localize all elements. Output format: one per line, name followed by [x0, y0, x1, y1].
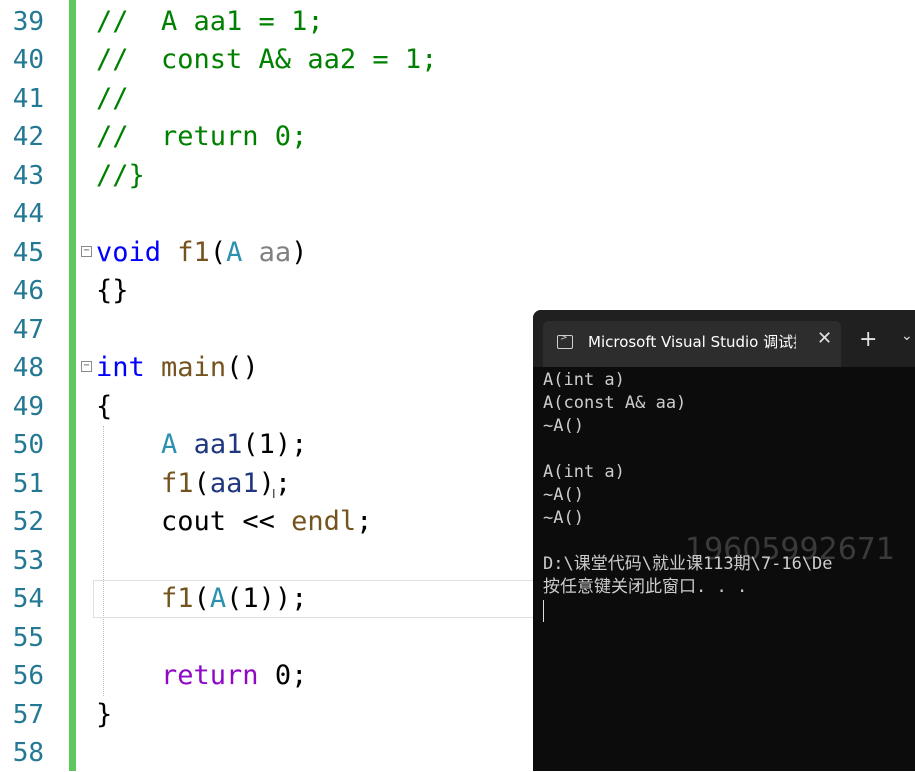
function-name: f1 — [161, 583, 194, 614]
console-output-line: A(int a) — [543, 370, 625, 390]
code-line-50[interactable]: A aa1(1); — [96, 426, 307, 464]
type-name: A — [209, 583, 227, 614]
operator: << — [242, 506, 275, 537]
collapse-f1-icon[interactable] — [81, 246, 92, 257]
console-output-line: ~A() — [543, 508, 584, 528]
line-number: 45 — [12, 238, 44, 268]
code-line-43[interactable]: //} — [96, 157, 145, 195]
line-number: 39 — [12, 7, 44, 37]
line-number: 58 — [12, 738, 44, 768]
line-number: 52 — [12, 507, 44, 537]
console-output-line: ~A() — [543, 416, 584, 436]
collapse-main-icon[interactable] — [81, 361, 92, 372]
console-output-line: D:\课堂代码\就业课113期\7-16\De — [543, 554, 833, 574]
type-name: A — [161, 429, 178, 460]
line-number: 44 — [12, 199, 44, 229]
line-number: 46 — [12, 276, 44, 306]
type-name: A — [226, 237, 243, 268]
keyword-void: void — [96, 237, 162, 268]
code-line-46[interactable]: {} — [96, 272, 129, 310]
code-line-45[interactable]: void f1(A aa) — [96, 234, 307, 272]
code-rest: ; — [356, 506, 373, 537]
console-output-line: A(const A& aa) — [543, 393, 687, 413]
terminal-icon — [557, 333, 573, 349]
console-tab-bar: Microsoft Visual Studio 调试控制台 ✕ + ⌄ — [533, 310, 915, 367]
code-line-56[interactable]: return 0; — [96, 657, 307, 695]
code-line-42[interactable]: // return 0; — [96, 118, 307, 156]
paren: ( — [209, 237, 227, 268]
code-line-52[interactable]: cout << endl; — [96, 503, 372, 541]
close-tab-icon[interactable]: ✕ — [817, 328, 832, 349]
console-tab[interactable]: Microsoft Visual Studio 调试控制台 ✕ — [543, 321, 841, 367]
code-line-39[interactable]: // A aa1 = 1; — [96, 3, 324, 41]
line-number: 43 — [12, 161, 44, 191]
keyword-return: return — [161, 660, 259, 691]
line-number: 42 — [12, 122, 44, 152]
line-number: 51 — [12, 469, 44, 499]
new-tab-button[interactable]: + — [859, 327, 877, 352]
tab-title: Microsoft Visual Studio 调试控制台 — [588, 333, 796, 351]
function-name: main — [161, 352, 227, 383]
chevron-down-icon[interactable]: ⌄ — [901, 328, 913, 344]
change-tracking-bar — [69, 0, 76, 771]
text-cursor — [543, 600, 544, 622]
line-number: 55 — [12, 623, 44, 653]
line-number: 47 — [12, 315, 44, 345]
line-number: 49 — [12, 392, 44, 422]
code-line-48[interactable]: int main() — [96, 349, 259, 387]
line-number: 54 — [12, 584, 44, 614]
code-line-49[interactable]: { — [96, 388, 112, 426]
code-rest: 0; — [274, 660, 308, 691]
parens: () — [226, 352, 259, 383]
console-output-line: ~A() — [543, 485, 584, 505]
text-cursor-icon: I — [272, 487, 276, 501]
param-name: aa — [258, 237, 292, 268]
code-rest: (1); — [242, 429, 308, 460]
function-name: endl — [291, 506, 357, 537]
debug-console-window[interactable]: Microsoft Visual Studio 调试控制台 ✕ + ⌄ 1960… — [533, 310, 915, 771]
line-number: 57 — [12, 700, 44, 730]
line-number: 53 — [12, 546, 44, 576]
code-rest: (1)); — [226, 583, 308, 614]
code-line-54[interactable]: f1(A(1)); — [96, 580, 307, 618]
code-line-41[interactable]: // — [96, 80, 129, 118]
line-number: 50 — [12, 430, 44, 460]
line-number: 40 — [12, 45, 44, 75]
keyword-int: int — [96, 352, 145, 383]
paren: ( — [193, 583, 210, 614]
line-number: 48 — [12, 353, 44, 383]
console-output-line: A(int a) — [543, 462, 625, 482]
line-number: 56 — [12, 661, 44, 691]
paren: ) — [291, 237, 308, 268]
function-name: f1 — [161, 468, 194, 499]
variable-name: aa1 — [209, 468, 259, 499]
variable-name: cout — [161, 506, 227, 537]
function-name: f1 — [177, 237, 210, 268]
code-line-40[interactable]: // const A& aa2 = 1; — [96, 41, 437, 79]
variable-name: aa1 — [193, 429, 243, 460]
code-line-57[interactable]: } — [96, 696, 112, 734]
paren: ( — [193, 468, 210, 499]
console-output-line: 按任意键关闭此窗口. . . — [543, 577, 748, 597]
line-number: 41 — [12, 84, 44, 114]
code-line-51[interactable]: f1(aa1); — [96, 465, 291, 503]
